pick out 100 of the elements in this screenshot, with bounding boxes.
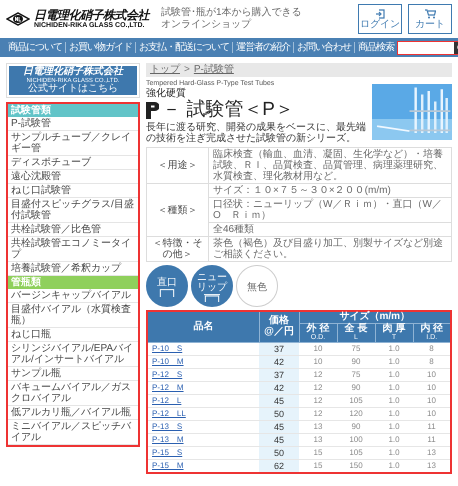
table-cell: 13: [413, 446, 451, 460]
table-cell: 1.0: [375, 433, 413, 446]
product-link[interactable]: P-12 L: [152, 396, 182, 405]
table-cell: 37: [259, 368, 299, 382]
table-cell: 8: [413, 355, 451, 368]
table-cell: 45: [259, 394, 299, 408]
sidebar-link[interactable]: ディスポチューブ: [8, 156, 138, 170]
sidebar-link[interactable]: 低アルカリ瓶／バイアル瓶: [8, 406, 138, 420]
table-cell: 1.0: [375, 446, 413, 460]
sidebar-link[interactable]: 共栓試験管エコノミータイプ: [8, 237, 138, 262]
table-cell: 15: [299, 459, 337, 473]
table-cell: 105: [337, 446, 375, 460]
sidebar-link[interactable]: ねじ口試験管: [8, 184, 138, 198]
nav-link[interactable]: お支払・配送について: [135, 42, 232, 53]
spec-label: ＜特徴・その他＞: [146, 236, 208, 262]
table-cell: 1.0: [375, 407, 413, 420]
table-cell: 12: [299, 381, 337, 394]
badge-label: ニューリップ: [196, 273, 228, 294]
table-cell: 75: [337, 368, 375, 382]
breadcrumb-link[interactable]: P-試験管: [194, 64, 234, 76]
sidebar-link[interactable]: ねじ口瓶: [8, 328, 138, 342]
sidebar-link[interactable]: 目盛付バイアル（水質検査瓶）: [8, 303, 138, 328]
table-cell: 50: [259, 446, 299, 460]
sidebar-link[interactable]: バージンキャップバイアル: [8, 289, 138, 304]
sidebar-link[interactable]: バキュームバイアル／ガスクロバイアル: [8, 381, 138, 406]
spec-label: ＜用途＞: [146, 148, 208, 184]
spec-label: ＜種類＞: [146, 184, 208, 237]
table-cell: 1.0: [375, 394, 413, 408]
table-cell: 90: [337, 355, 375, 368]
table-cell: 11: [413, 420, 451, 434]
nav-link[interactable]: 商品検索: [354, 42, 397, 53]
spec-value: 全46種類: [208, 222, 452, 237]
product-category: 強化硬質: [146, 88, 186, 100]
table-cell: 1.0: [375, 420, 413, 434]
table-cell: 62: [259, 459, 299, 473]
nav-link[interactable]: 運営者の紹介: [232, 42, 293, 53]
spec-value: 臨床検査（輸血、血清、凝固、生化学など）・培養試験、ＲＩ、品質検査、品質管理、病理薬理研究、水質検査、理化教材用など。: [208, 148, 452, 184]
table-cell: 13: [299, 420, 337, 434]
table-cell: 13: [413, 459, 451, 473]
table-cell: 1.0: [375, 381, 413, 394]
category-header: 管瓶類: [8, 276, 138, 290]
table-cell: 90: [337, 420, 375, 434]
spec-value: 口径状：ニューリップ（W／Ｒｉｍ）・直口（W／O Ｒｉｍ）: [208, 198, 452, 223]
spec-value: 茶色（褐色）及び目盛り加工、別製サイズなど別途ご相談ください。: [208, 236, 452, 262]
table-cell: 12: [299, 394, 337, 408]
table-cell: 8: [413, 342, 451, 356]
product-link[interactable]: P-13 M: [152, 434, 184, 444]
sidebar-link[interactable]: 共栓試験管／比色管: [8, 223, 138, 238]
table-cell: 1.0: [375, 368, 413, 382]
breadcrumb-separator: >: [184, 64, 190, 76]
sidebar-link[interactable]: シリンジバイアル/EPAバイアル/インサートバイアル: [8, 342, 138, 368]
sidebar-link[interactable]: ミニバイアル／スピッチバイアル: [8, 420, 138, 446]
table-cell: 42: [259, 355, 299, 368]
table-cell: 12: [299, 368, 337, 382]
table-cell: 42: [259, 381, 299, 394]
product-description: 長年に渡る研究、開発の成果をベースに、最先端の技術を注ぎ完成させた試験管の新シリーズ。: [146, 122, 367, 144]
nav-link[interactable]: 商品について: [8, 42, 65, 53]
table-cell: 90: [337, 381, 375, 394]
product-link[interactable]: P-15 S: [152, 448, 182, 457]
table-cell: 75: [337, 342, 375, 356]
table-cell: 10: [413, 407, 451, 420]
banner-link-text: 公式サイトはこちら: [28, 84, 118, 94]
column-header: 価格 @／円: [259, 311, 299, 342]
table-cell: 13: [299, 433, 337, 446]
login-button[interactable]: ログイン: [358, 4, 402, 34]
table-cell: 15: [299, 446, 337, 460]
product-link[interactable]: P-12 M: [152, 382, 184, 392]
badge-label: 直口: [156, 278, 178, 288]
sidebar-link[interactable]: サンプル瓶: [8, 367, 138, 382]
product-link[interactable]: P-10 M: [152, 356, 184, 366]
table-cell: 10: [413, 368, 451, 382]
product-link[interactable]: P-12 S: [152, 370, 182, 379]
product-link[interactable]: P-15 M: [152, 460, 184, 470]
category-header: 試験管類: [8, 104, 138, 118]
nav-link[interactable]: お問い合わせ: [293, 42, 354, 53]
table-cell: 37: [259, 342, 299, 356]
table-cell: 12: [299, 407, 337, 420]
table-cell: 45: [259, 433, 299, 446]
table-cell: 120: [337, 407, 375, 420]
company-name: 日電理化硝子株式会社: [34, 8, 149, 22]
table-cell: 11: [413, 433, 451, 446]
product-link[interactable]: P-12 LL: [152, 408, 186, 418]
breadcrumb-link[interactable]: トップ: [150, 64, 180, 76]
table-cell: 100: [337, 433, 375, 446]
nav-link[interactable]: お買い物ガイド: [65, 42, 135, 53]
table-cell: 10: [299, 342, 337, 356]
sidebar-link[interactable]: P-試験管: [8, 117, 138, 132]
sidebar-link[interactable]: 遠心沈殿管: [8, 170, 138, 184]
table-cell: 105: [337, 394, 375, 408]
table-cell: 1.0: [375, 342, 413, 356]
sidebar-link[interactable]: 目盛付スピッチグラス/目盛付試験管: [8, 198, 138, 224]
table-cell: 10: [299, 355, 337, 368]
product-link[interactable]: P-13 S: [152, 422, 182, 431]
sidebar-link[interactable]: サンプルチューブ／クレイギー管: [8, 131, 138, 156]
table-cell: 10: [413, 394, 451, 408]
product-link[interactable]: P-10 S: [152, 344, 182, 353]
table-cell: 1.0: [375, 355, 413, 368]
cart-button[interactable]: カート: [408, 4, 452, 34]
table-cell: 150: [337, 459, 375, 473]
banner-company-name: 日電理化硝子株式会社: [23, 67, 123, 78]
